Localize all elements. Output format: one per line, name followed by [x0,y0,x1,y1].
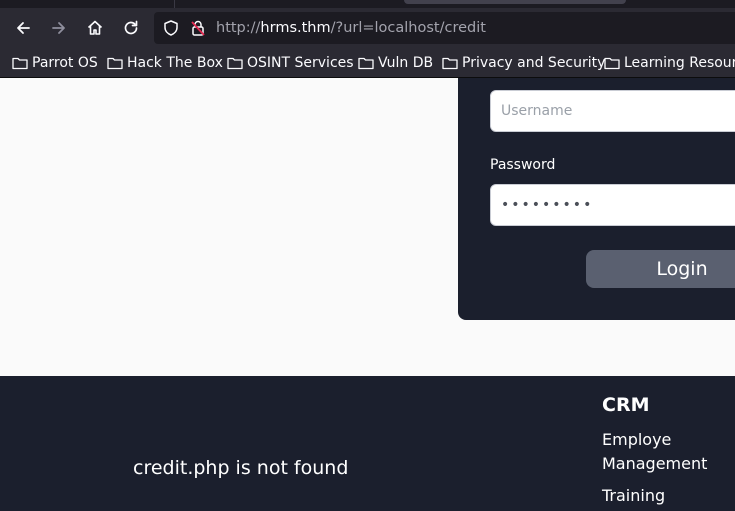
bookmarks-toolbar: Parrot OS Hack The Box OSINT Services Vu… [0,48,735,78]
reload-icon [124,20,138,35]
tab-separator [174,0,175,8]
bookmark-label: OSINT Services [247,55,354,71]
bookmark-label: Parrot OS [32,55,98,71]
footer: credit.php is not found CRM Employe Mana… [0,376,735,511]
back-button[interactable] [11,16,35,40]
url-path: /?url=localhost/credit [330,20,486,36]
footer-link-employe-management[interactable]: Employe Management [602,428,732,476]
url-text[interactable]: http://hrms.thm/?url=localhost/credit [216,12,486,44]
forward-icon [52,22,65,34]
bookmark-osint-services[interactable]: OSINT Services [227,48,354,78]
home-button[interactable] [83,16,107,40]
page-viewport: Password Login credit.php is not found C… [0,78,735,511]
username-input[interactable] [490,90,735,132]
navigation-toolbar: http://hrms.thm/?url=localhost/credit [0,8,735,48]
shield-icon[interactable] [162,19,180,37]
bookmark-label: Privacy and Security [462,55,606,71]
forward-button[interactable] [47,16,71,40]
bookmark-privacy-and-security[interactable]: Privacy and Security [442,48,605,78]
bookmark-vuln-db[interactable]: Vuln DB [358,48,433,78]
password-label: Password [490,157,556,173]
bookmark-hack-the-box[interactable]: Hack The Box [107,48,223,78]
not-found-message: credit.php is not found [133,457,349,479]
password-input[interactable] [490,184,735,226]
folder-icon [442,57,458,70]
login-button[interactable]: Login [586,250,735,288]
folder-icon [107,57,123,70]
folder-icon [227,57,243,70]
folder-icon [358,57,374,70]
url-scheme: http:// [216,20,261,36]
back-icon [17,22,30,34]
login-card: Password Login [458,78,735,320]
footer-link-training[interactable]: Training [602,484,665,508]
bookmark-learning-resources[interactable]: Learning Resourc [604,48,735,78]
footer-heading-crm: CRM [602,394,650,416]
bookmark-parrot-os[interactable]: Parrot OS [12,48,98,78]
active-tab-edge[interactable] [404,0,626,4]
folder-icon [12,57,28,70]
bookmark-label: Hack The Box [127,55,223,71]
bookmark-label: Vuln DB [378,55,434,71]
home-icon [87,20,103,35]
url-bar[interactable]: http://hrms.thm/?url=localhost/credit [154,12,735,44]
folder-icon [604,57,620,70]
url-host: hrms.thm [260,20,331,36]
bookmark-label: Learning Resourc [624,55,735,71]
lock-warning-icon[interactable] [189,19,207,37]
reload-button[interactable] [119,16,143,40]
